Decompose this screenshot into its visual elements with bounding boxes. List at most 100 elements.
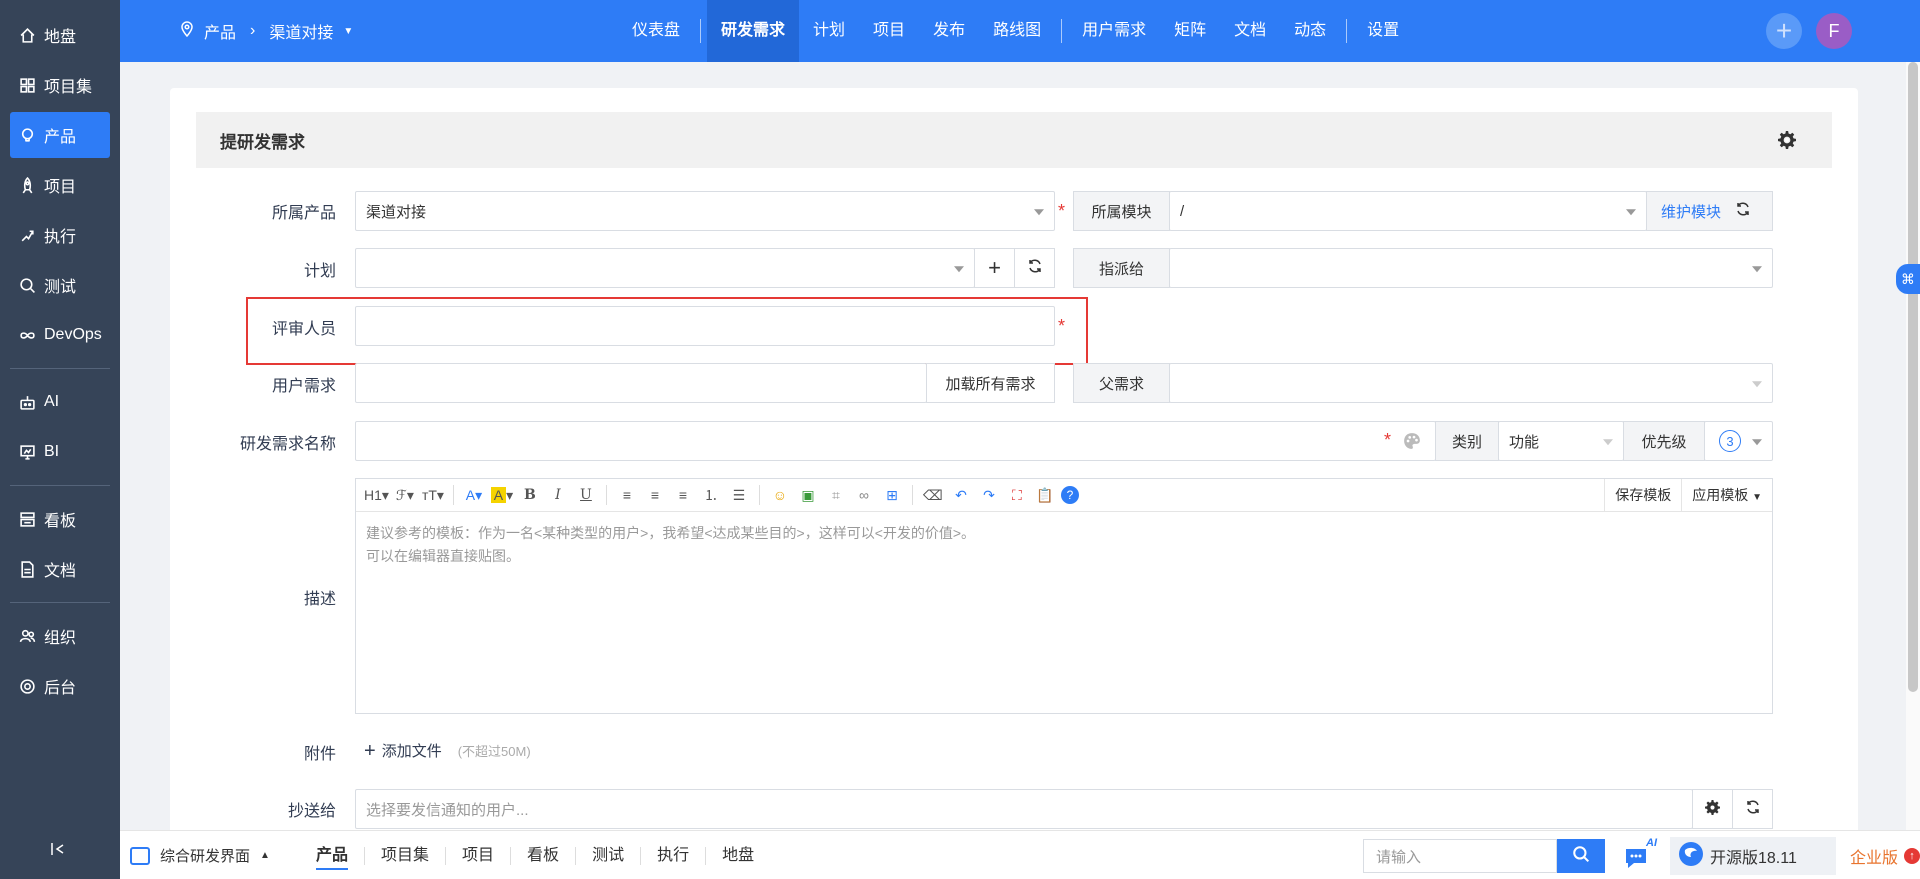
align-center-icon[interactable]: ≡ [643, 483, 667, 507]
nav-matrix[interactable]: 矩阵 [1160, 0, 1220, 62]
load-all-stories-button[interactable]: 加载所有需求 [926, 363, 1055, 403]
bottom-bar: 综合研发界面 ▲ 产品 项目集 项目 看板 测试 执行 地盘 请输入 AI 开源… [120, 830, 1920, 879]
sidebar-item-programs[interactable]: 项目集 [10, 62, 110, 108]
font-color-icon[interactable]: A▾ [462, 483, 486, 507]
avatar[interactable]: F [1816, 13, 1852, 49]
bullet-list-icon[interactable]: ☰ [727, 483, 751, 507]
breadcrumb-root[interactable]: 产品 [204, 19, 236, 43]
nav-stories[interactable]: 研发需求 [707, 0, 800, 62]
maintain-module-button[interactable]: 维护模块 [1646, 191, 1773, 231]
sidebar-item-bi[interactable]: BI [10, 429, 110, 475]
chevron-up-icon: ▲ [260, 850, 270, 861]
bottom-tab-programs[interactable]: 项目集 [365, 831, 445, 879]
assign-select[interactable] [1169, 248, 1773, 288]
document-icon [18, 560, 36, 578]
fullscreen-icon[interactable]: ⛶ [1005, 483, 1029, 507]
sidebar-item-doc[interactable]: 文档 [10, 546, 110, 592]
align-left-icon[interactable]: ≡ [615, 483, 639, 507]
paste-icon[interactable]: 📋 [1033, 483, 1057, 507]
create-plus-button[interactable]: + [1766, 13, 1802, 49]
module-select[interactable]: / [1169, 191, 1647, 231]
apply-template-button[interactable]: 应用模板 ▼ [1681, 479, 1772, 512]
product-select[interactable]: 渠道对接 [355, 191, 1055, 231]
sidebar-item-label: 看板 [44, 513, 77, 530]
cc-settings-button[interactable] [1692, 789, 1733, 829]
command-shortcut-icon[interactable]: ⌘ [1896, 264, 1920, 294]
ai-chat-icon[interactable]: AI [1622, 837, 1658, 875]
editor-content[interactable]: 建议参考的模板：作为一名<某种类型的用户>，我希望<达成某些目的>，这样可以<开… [356, 512, 1772, 578]
table-icon[interactable]: ⊞ [880, 483, 904, 507]
plan-select[interactable] [355, 248, 975, 288]
nav-roadmap[interactable]: 路线图 [979, 0, 1055, 62]
enterprise-link[interactable]: 企业版 ↑ [1826, 831, 1920, 879]
eraser-icon[interactable]: ⌫ [921, 483, 945, 507]
align-right-icon[interactable]: ≡ [671, 483, 695, 507]
bottom-tab-home[interactable]: 地盘 [706, 831, 770, 879]
description-editor[interactable]: H1▾ ℱ▾ тT▾ A▾ A ▾ B I U ≡ ≡ ≡ ⒈ ☰ ☺ ▣ ⌗ ∞… [355, 478, 1773, 714]
scrollbar-thumb[interactable] [1908, 62, 1918, 692]
priority-select[interactable]: 3 [1704, 421, 1773, 461]
nav-dashboard[interactable]: 仪表盘 [618, 0, 694, 62]
code-icon[interactable]: ⌗ [824, 483, 848, 507]
sidebar-item-kanban[interactable]: 看板 [10, 496, 110, 542]
sidebar-item-project[interactable]: 项目 [10, 162, 110, 208]
nav-separator [1346, 19, 1348, 43]
user-story-select[interactable] [355, 363, 927, 403]
gear-icon[interactable] [1778, 131, 1796, 149]
bottom-tab-product[interactable]: 产品 [300, 831, 364, 879]
nav-user-stories[interactable]: 用户需求 [1068, 0, 1160, 62]
search-button[interactable] [1557, 839, 1605, 873]
reviewer-select[interactable] [355, 306, 1055, 346]
bottom-tab-project[interactable]: 项目 [446, 831, 510, 879]
nav-project[interactable]: 项目 [859, 0, 919, 62]
breadcrumb-current[interactable]: 渠道对接 [269, 19, 333, 43]
sidebar-item-home[interactable]: 地盘 [10, 12, 110, 58]
sidebar-item-test[interactable]: 测试 [10, 262, 110, 308]
bottom-tab-test[interactable]: 测试 [576, 831, 640, 879]
emoji-icon[interactable]: ☺ [768, 483, 792, 507]
image-icon[interactable]: ▣ [796, 483, 820, 507]
font-family-icon[interactable]: ℱ▾ [393, 483, 417, 507]
color-palette-icon[interactable] [1403, 432, 1421, 454]
heading-icon[interactable]: H1▾ [364, 483, 389, 507]
nav-settings[interactable]: 设置 [1353, 0, 1413, 62]
sidebar-item-ai[interactable]: AI [10, 379, 110, 425]
font-size-icon[interactable]: тT▾ [421, 483, 445, 507]
search-icon [1572, 845, 1590, 867]
highlight-color-icon[interactable]: A ▾ [490, 483, 514, 507]
bottom-tab-execution[interactable]: 执行 [641, 831, 705, 879]
nav-release[interactable]: 发布 [919, 0, 979, 62]
version-badge[interactable]: 开源版18.11 [1670, 837, 1836, 875]
underline-icon[interactable]: U [574, 483, 598, 507]
refresh-icon[interactable] [1735, 201, 1751, 221]
help-icon[interactable]: ? [1060, 486, 1079, 504]
redo-icon[interactable]: ↷ [977, 483, 1001, 507]
link-icon[interactable]: ∞ [852, 483, 876, 507]
sidebar-item-product[interactable]: 产品 [10, 112, 110, 158]
save-template-button[interactable]: 保存模板 [1604, 479, 1681, 512]
cc-select[interactable]: 选择要发信通知的用户... [355, 789, 1693, 829]
story-name-input[interactable]: * [355, 421, 1436, 461]
nav-dynamics[interactable]: 动态 [1280, 0, 1340, 62]
category-select[interactable]: 功能 [1498, 421, 1624, 461]
bold-icon[interactable]: B [518, 483, 542, 507]
chevron-down-icon[interactable]: ▼ [343, 26, 353, 37]
sidebar-item-execution[interactable]: 执行 [10, 212, 110, 258]
add-plan-button[interactable]: + [974, 248, 1015, 288]
nav-docs[interactable]: 文档 [1220, 0, 1280, 62]
sidebar-item-devops[interactable]: DevOps [10, 312, 110, 358]
cc-refresh-button[interactable] [1732, 789, 1773, 829]
bottom-tab-kanban[interactable]: 看板 [511, 831, 575, 879]
refresh-plan-button[interactable] [1014, 248, 1055, 288]
ordered-list-icon[interactable]: ⒈ [699, 483, 723, 507]
add-file-button[interactable]: + 添加文件 (不超过50M) [364, 740, 531, 761]
sidebar-item-admin[interactable]: 后台 [10, 663, 110, 709]
collapse-sidebar-icon[interactable] [50, 841, 70, 861]
parent-select[interactable] [1169, 363, 1773, 403]
nav-plan[interactable]: 计划 [799, 0, 859, 62]
search-input[interactable]: 请输入 [1363, 839, 1557, 873]
undo-icon[interactable]: ↶ [949, 483, 973, 507]
app-switcher[interactable]: 综合研发界面 ▲ [130, 831, 300, 879]
sidebar-item-org[interactable]: 组织 [10, 613, 110, 659]
italic-icon[interactable]: I [546, 483, 570, 507]
